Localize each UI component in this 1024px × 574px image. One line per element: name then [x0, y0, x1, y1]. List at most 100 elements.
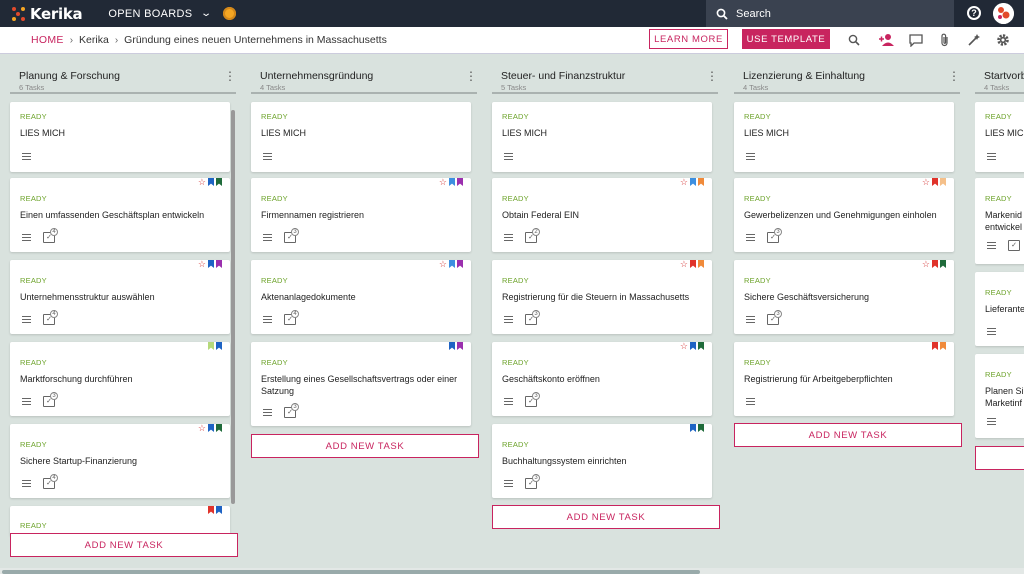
chat-icon[interactable]	[908, 32, 924, 48]
task-card[interactable]: ☆ READY Aktenanlagedokumente ✓ 4	[251, 260, 471, 334]
task-card[interactable]: READY Planen Si Marketinf	[975, 354, 1024, 438]
search-input[interactable]: Search	[706, 0, 954, 27]
star-icon[interactable]: ☆	[680, 342, 688, 351]
gear-icon[interactable]	[995, 32, 1011, 48]
column-menu-icon[interactable]: ⋮	[948, 70, 960, 82]
star-icon[interactable]: ☆	[198, 178, 206, 187]
column-title: Unternehmensgründung	[260, 70, 374, 82]
card-title: Planen Si Marketinf	[985, 386, 1024, 408]
column-planung-forschung: Planung & Forschung 6 Tasks ⋮ READY LIES…	[10, 54, 238, 564]
horizontal-scrollbar[interactable]	[2, 570, 700, 574]
task-card[interactable]: READY Buchhaltungssystem einrichten ✓ 3	[492, 424, 712, 498]
add-new-task-button[interactable]: ADD NEW TASK	[734, 423, 962, 447]
open-boards-menu[interactable]: OPEN BOARDS ⌄	[108, 7, 212, 20]
description-icon	[22, 480, 31, 487]
task-card[interactable]: ☆ READY Gewerbelizenzen und Genehmigunge…	[734, 178, 954, 252]
add-new-task-button[interactable]: ADD NEW TASK	[492, 505, 720, 529]
description-icon	[987, 328, 996, 335]
tag-orange-icon	[698, 260, 704, 268]
task-card[interactable]: ☆ READY Geschäftskonto eröffnen ✓ 3	[492, 342, 712, 416]
checklist-count: 2	[532, 228, 540, 236]
task-card[interactable]: READY Erstellung eines Gesellschaftsvert…	[251, 342, 471, 426]
breadcrumb-account[interactable]: Kerika	[79, 34, 109, 46]
kerika-logo[interactable]: Kerika	[12, 5, 83, 23]
tag-green-icon	[216, 424, 222, 432]
card-badges: ☆	[439, 178, 463, 187]
card-status: READY	[744, 112, 771, 121]
search-icon	[716, 8, 728, 20]
star-icon[interactable]: ☆	[680, 178, 688, 187]
attachment-icon[interactable]	[937, 32, 953, 48]
wand-icon[interactable]	[966, 32, 982, 48]
card-title: Lieferante	[985, 304, 1024, 314]
top-bar: Kerika OPEN BOARDS ⌄ Search ?	[0, 0, 1024, 27]
star-icon[interactable]: ☆	[439, 178, 447, 187]
add-person-icon[interactable]	[879, 32, 895, 48]
star-icon[interactable]: ☆	[922, 178, 930, 187]
open-boards-label: OPEN BOARDS	[108, 7, 193, 20]
column-task-count: 4 Tasks	[743, 83, 769, 92]
star-icon[interactable]: ☆	[680, 260, 688, 269]
column-menu-icon[interactable]: ⋮	[224, 70, 236, 82]
task-card[interactable]: READY LIES MICH	[251, 102, 471, 172]
star-icon[interactable]: ☆	[439, 260, 447, 269]
card-status: READY	[502, 440, 529, 449]
task-card[interactable]: ☆ READY Obtain Federal EIN ✓ 2	[492, 178, 712, 252]
task-card[interactable]: READY LIES MICH	[734, 102, 954, 172]
tag-red-icon	[932, 260, 938, 268]
description-icon	[22, 316, 31, 323]
task-card[interactable]: READY Markenid entwickel ✓	[975, 178, 1024, 264]
checklist-count: 3	[50, 392, 58, 400]
card-badges	[690, 424, 704, 432]
task-card[interactable]: READY	[10, 506, 230, 536]
breadcrumb-home[interactable]: HOME	[31, 34, 64, 46]
column-header: Steuer- und Finanzstruktur 5 Tasks ⋮	[492, 70, 718, 94]
task-card[interactable]: ☆ READY Sichere Geschäftsversicherung ✓ …	[734, 260, 954, 334]
column-header: Startvorb 4 Tasks	[975, 70, 1024, 94]
search-board-icon[interactable]	[846, 32, 862, 48]
task-card[interactable]: ☆ READY Einen umfassenden Geschäftsplan …	[10, 178, 230, 252]
card-badges: ☆	[680, 260, 704, 269]
breadcrumb: HOME › Kerika › Gründung eines neuen Unt…	[31, 34, 387, 46]
task-card[interactable]: READY LIES MICH	[10, 102, 230, 172]
card-title: Unternehmensstruktur auswählen	[20, 292, 155, 302]
avatar[interactable]	[993, 3, 1014, 24]
star-icon[interactable]: ☆	[198, 424, 206, 433]
column-scrollbar[interactable]	[231, 110, 235, 504]
task-card[interactable]: ☆ READY Registrierung für die Steuern in…	[492, 260, 712, 334]
use-template-button[interactable]: USE TEMPLATE	[742, 29, 830, 49]
task-card[interactable]: READY Lieferante	[975, 272, 1024, 346]
task-card[interactable]: ☆ READY Unternehmensstruktur auswählen ✓…	[10, 260, 230, 334]
star-icon[interactable]: ☆	[922, 260, 930, 269]
column-menu-icon[interactable]: ⋮	[465, 70, 477, 82]
tag-green-icon	[698, 342, 704, 350]
description-icon	[22, 398, 31, 405]
learn-more-button[interactable]: LEARN MORE	[649, 29, 728, 49]
star-icon[interactable]: ☆	[198, 260, 206, 269]
add-new-task-button[interactable]: ADD NEW TASK	[251, 434, 479, 458]
add-new-task-button[interactable]: ADD NEW TASK	[10, 533, 238, 557]
card-status: READY	[985, 288, 1012, 297]
card-status: READY	[744, 358, 771, 367]
task-card[interactable]: READY Marktforschung durchführen ✓ 3	[10, 342, 230, 416]
task-card[interactable]: ☆ READY Firmennamen registrieren ✓ 3	[251, 178, 471, 252]
task-card[interactable]: READY LIES MICH	[975, 102, 1024, 172]
add-new-task-button[interactable]	[975, 446, 1024, 470]
checklist-count: 3	[774, 228, 782, 236]
column-startvorbereitung: Startvorb 4 Tasks READY LIES MICH READY …	[975, 54, 1024, 564]
task-card[interactable]: READY LIES MICH	[492, 102, 712, 172]
task-card[interactable]: READY Registrierung für Arbeitgeberpflic…	[734, 342, 954, 416]
sun-icon[interactable]	[223, 7, 237, 20]
help-icon[interactable]: ?	[967, 6, 981, 20]
column-header: Planung & Forschung 6 Tasks ⋮	[10, 70, 236, 94]
description-icon	[746, 234, 755, 241]
column-task-count: 4 Tasks	[984, 83, 1010, 92]
tag-blue-icon	[208, 260, 214, 268]
checklist-icon: ✓	[1008, 240, 1020, 251]
card-status: READY	[985, 194, 1012, 203]
column-menu-icon[interactable]: ⋮	[706, 70, 718, 82]
card-badges: ☆	[922, 260, 946, 269]
search-placeholder: Search	[736, 7, 771, 20]
tag-lime-icon	[208, 342, 214, 350]
task-card[interactable]: ☆ READY Sichere Startup-Finanzierung ✓ 4	[10, 424, 230, 498]
